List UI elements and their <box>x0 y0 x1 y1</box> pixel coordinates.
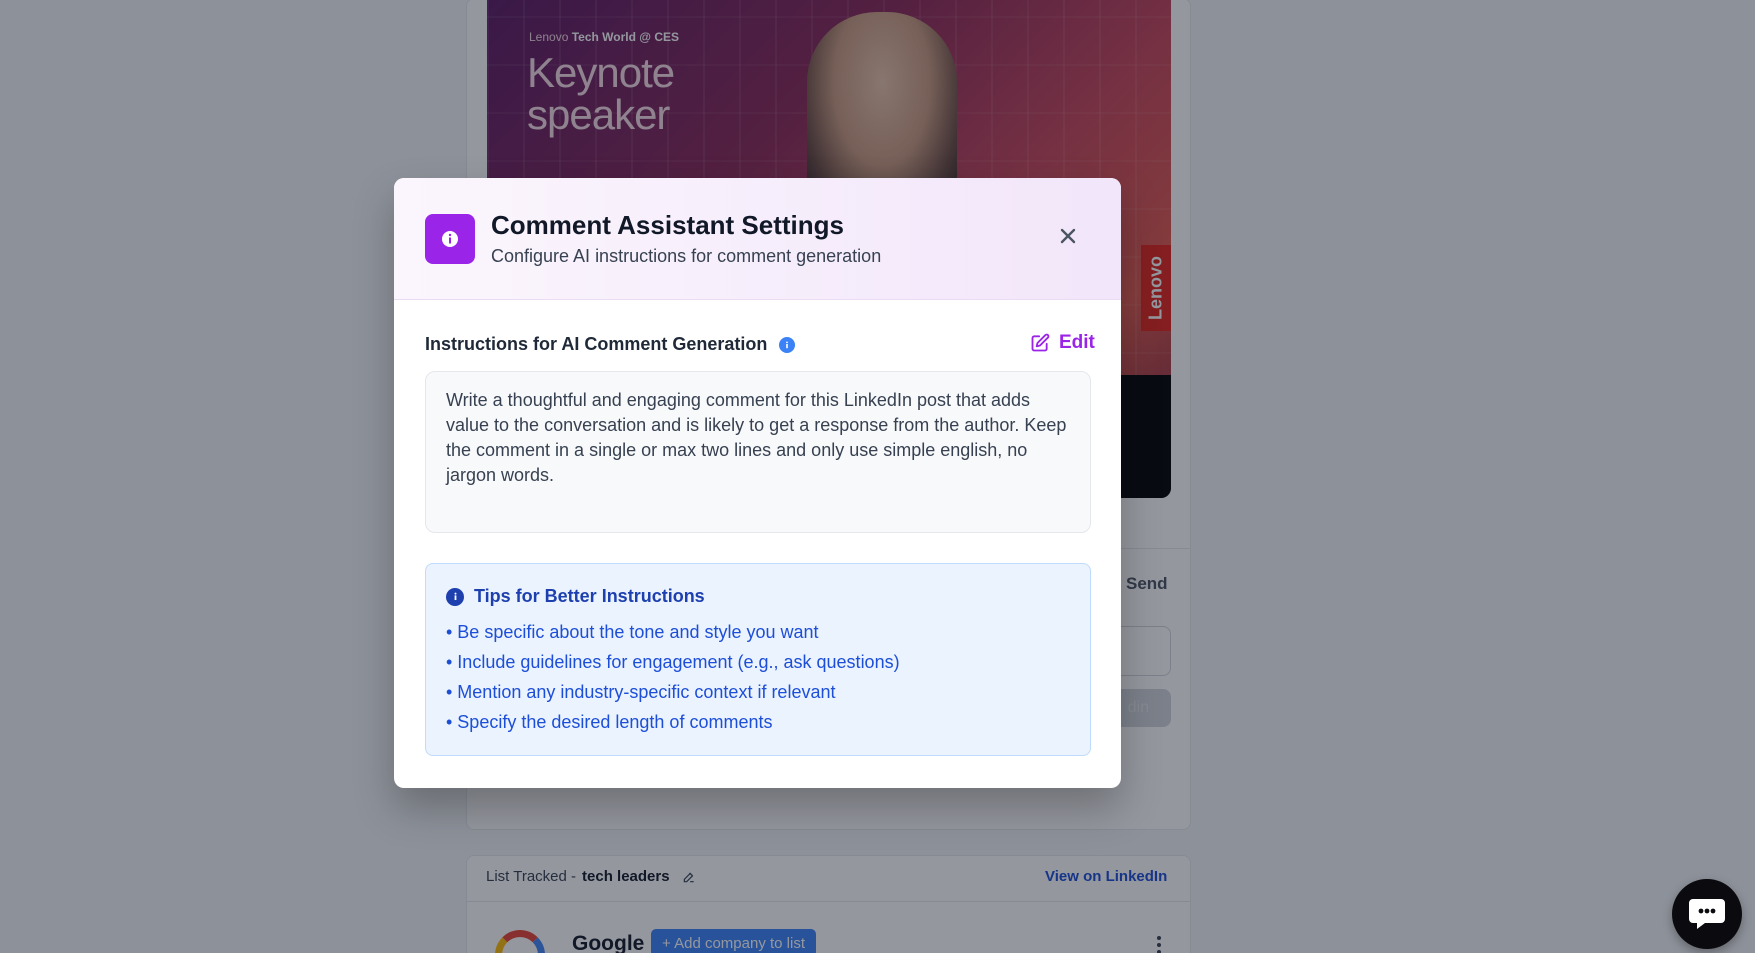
modal-header: Comment Assistant Settings Configure AI … <box>394 178 1121 300</box>
close-button[interactable] <box>1054 222 1082 250</box>
chat-bubble-icon <box>1689 899 1725 929</box>
modal-title: Comment Assistant Settings <box>491 210 844 240</box>
edit-button[interactable]: Edit <box>1030 332 1095 354</box>
comment-assistant-settings-modal: Comment Assistant Settings Configure AI … <box>394 178 1121 788</box>
tip-item: • Specify the desired length of comments <box>446 712 773 732</box>
info-glyph <box>454 592 456 601</box>
info-glyph <box>786 341 789 348</box>
instructions-label-text: Instructions for AI Comment Generation <box>425 334 768 354</box>
tips-panel: Tips for Better Instructions • Be specif… <box>425 563 1091 756</box>
tip-item: • Mention any industry-specific context … <box>446 682 836 702</box>
info-icon[interactable] <box>779 336 796 353</box>
tips-title-text: Tips for Better Instructions <box>474 586 705 606</box>
edit-button-label: Edit <box>1059 332 1095 353</box>
close-icon <box>1060 228 1076 244</box>
header-icon-box <box>425 214 475 264</box>
tip-item: • Be specific about the tone and style y… <box>446 622 819 642</box>
instructions-section-label: Instructions for AI Comment Generation <box>425 334 796 355</box>
instructions-text-area[interactable]: Write a thoughtful and engaging comment … <box>425 371 1091 533</box>
modal-subtitle: Configure AI instructions for comment ge… <box>491 246 882 266</box>
info-icon <box>442 231 458 247</box>
tip-item: • Include guidelines for engagement (e.g… <box>446 652 900 672</box>
tips-title: Tips for Better Instructions <box>446 586 1070 607</box>
info-icon <box>446 587 464 606</box>
edit-icon <box>1031 333 1050 352</box>
chat-support-button[interactable] <box>1672 879 1742 949</box>
